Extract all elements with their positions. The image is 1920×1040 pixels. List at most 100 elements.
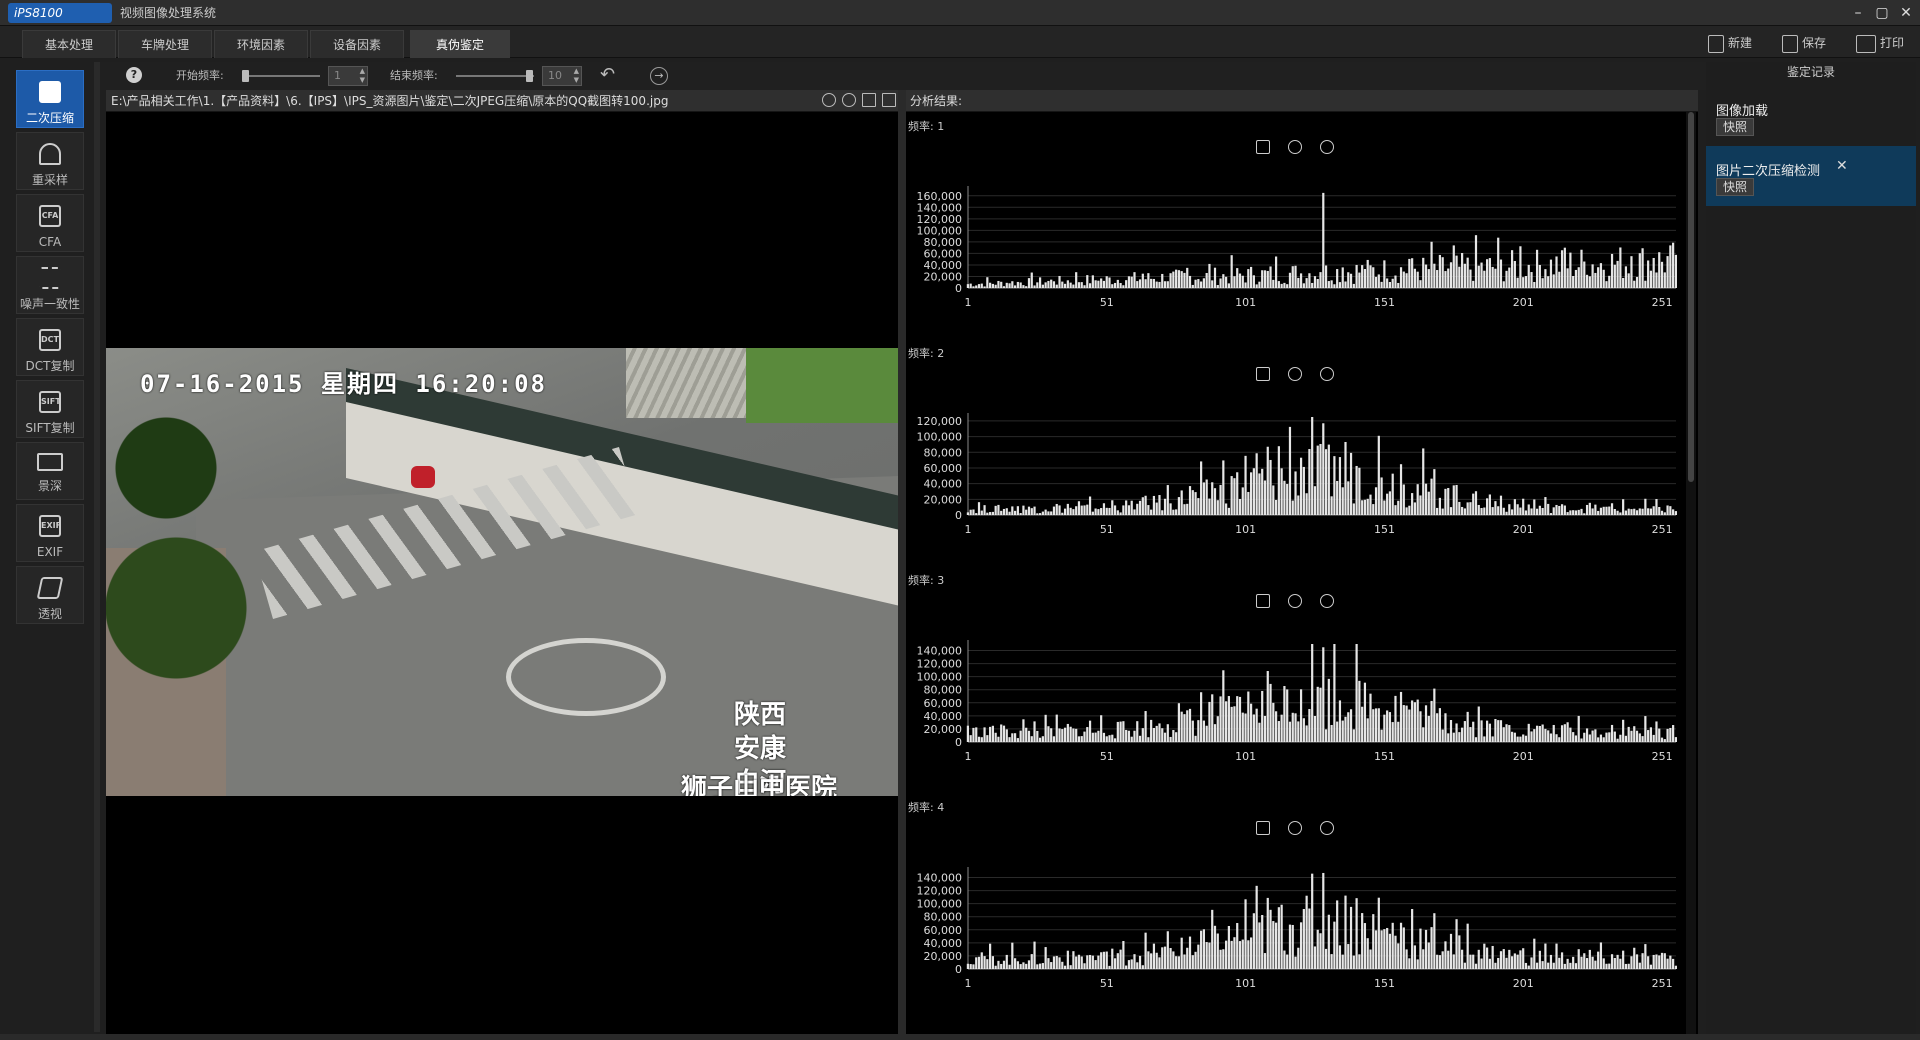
snapshot-button[interactable]: 快照	[1716, 118, 1755, 136]
histogram-bar	[1552, 507, 1555, 515]
sidebar-item-double-compression[interactable]: 二次压缩	[16, 70, 84, 128]
histogram-bar	[1197, 944, 1200, 969]
panel-splitter[interactable]	[898, 90, 906, 1034]
histogram-bar	[1644, 716, 1647, 742]
record-item-double-compression[interactable]: 图片二次压缩检测 ✕ 快照	[1706, 146, 1916, 206]
histogram-bar	[1019, 513, 1022, 515]
new-button[interactable]: 新建	[1708, 32, 1752, 54]
histogram-bar	[1330, 280, 1333, 288]
apply-arrow-icon[interactable]: →	[650, 67, 668, 85]
snapshot-button[interactable]: 快照	[1716, 178, 1755, 196]
save-button[interactable]: 保存	[1782, 32, 1826, 54]
sidebar-item-sift-copy[interactable]: SIFT SIFT复制	[16, 380, 84, 438]
histogram-bar	[1569, 252, 1572, 288]
histogram-bar	[1052, 956, 1056, 969]
histogram-bar	[1319, 687, 1322, 742]
histogram-bar	[997, 504, 1000, 515]
histogram-bar	[1055, 955, 1058, 969]
histogram-bar	[1233, 276, 1236, 288]
fit-window-icon[interactable]	[862, 93, 876, 107]
sidebar-item-dct-copy[interactable]: DCT DCT复制	[16, 318, 84, 376]
spin-arrows-icon[interactable]: ▲ ▼	[574, 67, 579, 85]
close-icon[interactable]: ✕	[1836, 158, 1848, 174]
histogram-bar	[1560, 250, 1564, 288]
spin-arrows-icon[interactable]: ▲ ▼	[360, 67, 365, 85]
histogram-bar	[1183, 504, 1186, 515]
histogram-bar	[1263, 270, 1267, 288]
histogram-bar	[1308, 908, 1311, 969]
tab-device[interactable]: 设备因素	[310, 30, 404, 58]
close-button[interactable]: ✕	[1894, 3, 1918, 23]
new-label: 新建	[1728, 36, 1753, 50]
analysis-scrollbar-thumb[interactable]	[1688, 112, 1694, 482]
histogram-bar	[1230, 255, 1233, 288]
histogram-bar	[1100, 715, 1103, 742]
sidebar-splitter[interactable]	[94, 62, 100, 1032]
histogram-bar	[1444, 488, 1447, 515]
histogram-bar	[1474, 963, 1478, 969]
end-freq-spinbox[interactable]: 10 ▲ ▼	[542, 66, 582, 86]
histogram-bar	[1266, 671, 1269, 742]
undo-icon[interactable]: ↶	[600, 64, 615, 85]
histogram-bar	[1669, 245, 1672, 288]
histogram-bar	[1591, 956, 1594, 969]
histogram-bar	[1477, 265, 1480, 288]
minimize-button[interactable]: –	[1846, 3, 1870, 23]
y-tick-label: 40,000	[924, 710, 963, 723]
histogram-bar	[1258, 922, 1261, 969]
sidebar-item-resampling[interactable]: 重采样	[16, 132, 84, 190]
record-item-image-load[interactable]: 图像加载 快照	[1706, 86, 1916, 146]
histogram-bar	[975, 513, 978, 515]
print-button[interactable]: 打印	[1856, 32, 1904, 54]
histogram-bar	[1072, 509, 1075, 515]
histogram-bar	[1549, 954, 1553, 969]
histogram-bar	[1424, 483, 1428, 515]
histogram-bar	[1672, 725, 1675, 742]
histogram-bar	[1019, 730, 1022, 742]
histogram-bar	[1627, 273, 1630, 288]
record-name: 图像加载	[1716, 104, 1769, 119]
histogram-bar	[1666, 505, 1669, 515]
sidebar-item-perspective[interactable]: 透视	[16, 566, 84, 624]
restore-button[interactable]: ▢	[1870, 3, 1894, 23]
help-icon[interactable]: ?	[126, 67, 142, 83]
x-tick-label: 151	[1374, 296, 1395, 309]
tab-basic-processing[interactable]: 基本处理	[22, 30, 116, 58]
histogram-bar	[1644, 498, 1647, 515]
tab-authenticity[interactable]: 真伪鉴定	[410, 30, 510, 58]
sidebar-item-noise[interactable]: 噪声一致性	[16, 256, 84, 314]
histogram-bar	[1436, 270, 1439, 288]
sidebar-item-cfa[interactable]: CFA CFA	[16, 194, 84, 252]
histogram-bar	[1497, 237, 1500, 288]
histogram-bar	[1361, 913, 1364, 969]
histogram-bar	[1144, 279, 1147, 288]
histogram-bar	[1441, 951, 1444, 969]
histogram-bar	[1094, 280, 1097, 288]
histogram-bar	[1372, 504, 1375, 515]
end-freq-slider[interactable]	[456, 70, 534, 82]
histogram-bar	[1277, 281, 1280, 288]
zoom-in-icon[interactable]	[822, 93, 836, 107]
image-timestamp-overlay: 07-16-2015 星期四 16:20:08	[140, 370, 547, 398]
histogram-bar	[1119, 512, 1122, 515]
histogram-bar	[1349, 452, 1353, 515]
start-freq-slider[interactable]	[242, 70, 320, 82]
sidebar-item-depth[interactable]: 景深	[16, 442, 84, 500]
start-freq-spinbox[interactable]: 1 ▲ ▼	[328, 66, 368, 86]
zoom-out-icon[interactable]	[842, 93, 856, 107]
histogram-bar	[1472, 721, 1475, 742]
histogram-bar	[1063, 508, 1067, 515]
start-freq-slider-handle[interactable]	[242, 70, 249, 82]
end-freq-slider-handle[interactable]	[526, 70, 533, 82]
tab-plate-processing[interactable]: 车牌处理	[118, 30, 212, 58]
histogram-bar	[1050, 511, 1053, 515]
histogram-bar	[997, 960, 1000, 969]
histogram-bar	[1416, 959, 1419, 969]
sidebar-item-exif[interactable]: EXIF EXIF	[16, 504, 84, 562]
y-tick-label: 60,000	[924, 924, 963, 937]
tab-environment[interactable]: 环境因素	[214, 30, 308, 58]
histogram-bar	[1524, 276, 1528, 288]
histogram-bar	[1016, 961, 1019, 969]
actual-size-icon[interactable]	[882, 93, 896, 107]
histogram-bar	[1513, 261, 1516, 288]
